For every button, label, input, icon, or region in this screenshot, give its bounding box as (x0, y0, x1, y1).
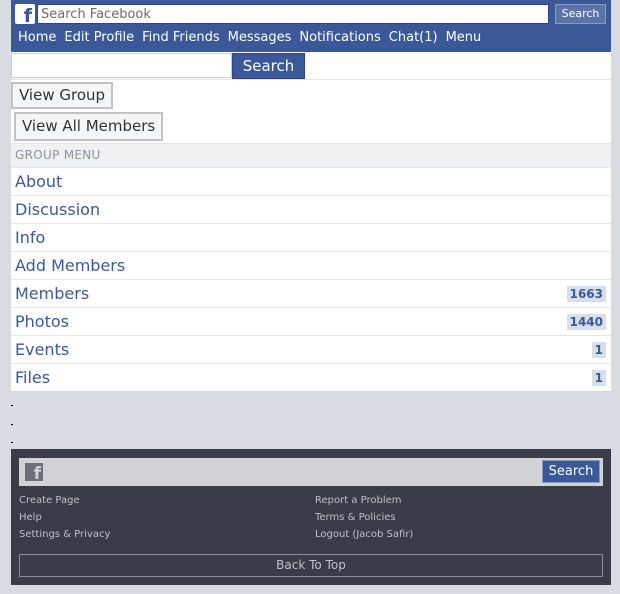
group-search-input[interactable] (11, 53, 232, 78)
footer: f Search Create Page Help Settings & Pri… (11, 449, 611, 585)
nav-menu[interactable]: Menu (446, 30, 482, 45)
menu-item-info[interactable]: Info (11, 223, 611, 251)
menu-item-photos[interactable]: Photos 1440 (11, 307, 611, 335)
count-badge: 1663 (566, 285, 606, 302)
menu-item-label: Members (15, 284, 90, 303)
menu-item-label: Info (15, 228, 46, 247)
back-to-top-button[interactable]: Back To Top (19, 554, 603, 577)
footer-link-create-page[interactable]: Create Page (19, 495, 80, 506)
count-badge: 1 (591, 369, 606, 386)
footer-link-settings-privacy[interactable]: Settings & Privacy (19, 529, 110, 540)
spacer-dot (11, 442, 13, 443)
spacer-dot (11, 405, 13, 406)
group-search-button[interactable]: Search (232, 53, 305, 79)
menu-item-members[interactable]: Members 1663 (11, 279, 611, 307)
footer-link-help[interactable]: Help (19, 512, 42, 523)
view-group-button[interactable]: View Group (11, 82, 114, 109)
footer-search-button[interactable]: Search (542, 460, 600, 483)
footer-search-bar: f Search (19, 458, 603, 486)
footer-link-terms-policies[interactable]: Terms & Policies (315, 512, 396, 523)
nav-find-friends[interactable]: Find Friends (142, 30, 220, 45)
top-bar: f Search Facebook Search Home Edit Profi… (11, 0, 611, 52)
menu-item-label: Discussion (15, 200, 101, 219)
footer-link-report-problem[interactable]: Report a Problem (315, 495, 402, 506)
view-members-row: View All Members (11, 110, 611, 143)
menu-item-discussion[interactable]: Discussion (11, 195, 611, 223)
main-nav: Home Edit Profile Find Friends Messages … (18, 30, 481, 45)
group-menu-list: About Discussion Info Add Members Member… (11, 167, 611, 392)
menu-item-add-members[interactable]: Add Members (11, 251, 611, 279)
nav-messages[interactable]: Messages (228, 30, 292, 45)
menu-item-label: About (15, 172, 63, 191)
view-group-row: View Group (11, 80, 611, 110)
group-menu-heading: GROUP MENU (11, 143, 611, 167)
menu-item-label: Files (15, 368, 51, 387)
menu-item-label: Photos (15, 312, 69, 331)
footer-link-logout[interactable]: Logout (Jacob Safir) (315, 529, 413, 540)
spacer-dot (11, 424, 13, 425)
facebook-logo-icon[interactable]: f (15, 4, 35, 27)
menu-item-files[interactable]: Files 1 (11, 363, 611, 392)
facebook-logo-icon[interactable]: f (25, 463, 43, 484)
group-content: Search View Group View All Members GROUP… (11, 52, 611, 392)
nav-notifications[interactable]: Notifications (299, 30, 380, 45)
menu-item-label: Add Members (15, 256, 126, 275)
count-badge: 1440 (566, 313, 606, 330)
menu-item-about[interactable]: About (11, 167, 611, 195)
count-badge: 1 (591, 341, 606, 358)
view-all-members-button[interactable]: View All Members (14, 112, 164, 141)
menu-item-events[interactable]: Events 1 (11, 335, 611, 363)
top-search-input[interactable]: Search Facebook (37, 4, 549, 24)
page: f Search Facebook Search Home Edit Profi… (11, 0, 611, 392)
nav-home[interactable]: Home (18, 30, 56, 45)
top-search-button[interactable]: Search (555, 4, 606, 24)
nav-chat[interactable]: Chat(1) (389, 30, 438, 45)
menu-item-label: Events (15, 340, 70, 359)
nav-edit-profile[interactable]: Edit Profile (64, 30, 134, 45)
group-search-row: Search (11, 52, 611, 80)
